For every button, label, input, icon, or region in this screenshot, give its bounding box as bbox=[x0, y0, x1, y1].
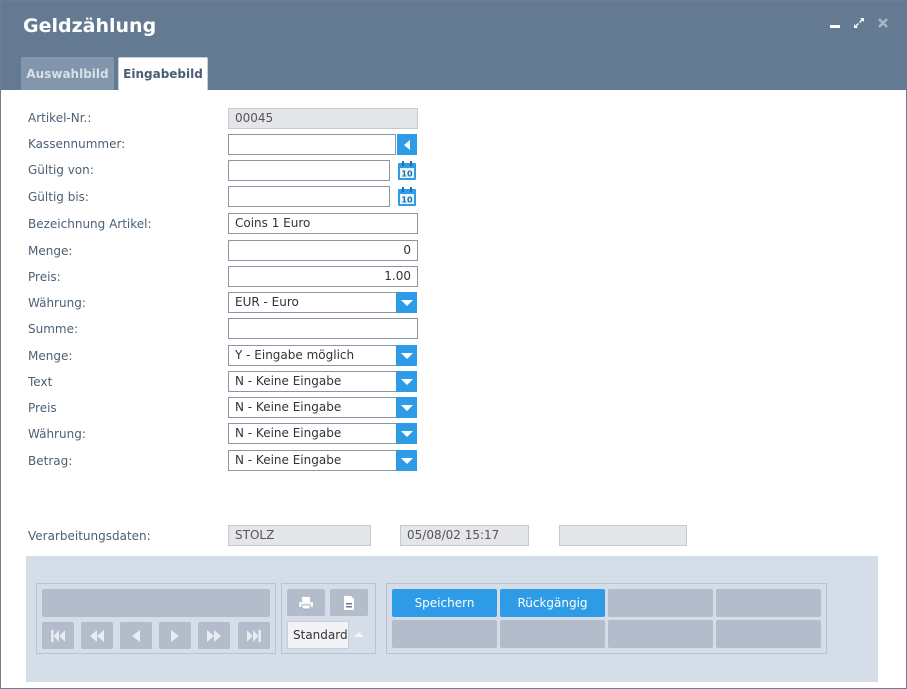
action-slot-8 bbox=[716, 620, 821, 648]
betrag-select-label: Betrag: bbox=[28, 454, 73, 468]
chevron-down-icon bbox=[400, 457, 413, 464]
gueltig-von-input[interactable] bbox=[228, 160, 390, 181]
kassennummer-input[interactable] bbox=[228, 134, 396, 155]
text-select-label: Text bbox=[28, 375, 53, 389]
action-slot-7 bbox=[608, 620, 713, 648]
window-controls bbox=[828, 17, 890, 33]
last-record-button[interactable] bbox=[238, 622, 270, 649]
save-button[interactable]: Speichern bbox=[392, 589, 497, 617]
text-select[interactable]: N - Keine Eingabe bbox=[228, 371, 397, 392]
window: Geldzählung Auswahlbild Eingabebild Arti… bbox=[0, 0, 907, 689]
preis-input[interactable]: 1.00 bbox=[228, 266, 418, 287]
menge-input[interactable]: 0 bbox=[228, 240, 418, 261]
previous-record-button[interactable] bbox=[120, 622, 152, 649]
maximize-icon[interactable] bbox=[852, 17, 866, 33]
kassennummer-lookup-button[interactable] bbox=[397, 134, 417, 155]
waehrung-label: Währung: bbox=[28, 296, 86, 310]
preis-label: Preis: bbox=[28, 270, 61, 284]
artikel-nr-field: 00045 bbox=[228, 108, 418, 129]
waehrung-select-label: Währung: bbox=[28, 427, 86, 441]
next-page-button[interactable] bbox=[198, 622, 230, 649]
tab-eingabebild[interactable]: Eingabebild bbox=[118, 57, 208, 90]
chevron-down-icon bbox=[400, 299, 413, 306]
last-icon bbox=[247, 629, 261, 642]
calendar-day: 10 bbox=[401, 196, 413, 205]
verarbeitung-extra-field bbox=[559, 525, 687, 546]
chevron-down-icon bbox=[400, 404, 413, 411]
action-slot-4 bbox=[716, 589, 821, 617]
waehrung-eingabe-dropdown-button[interactable] bbox=[396, 423, 417, 444]
fast-forward-icon bbox=[207, 629, 221, 642]
waehrung-select[interactable]: EUR - Euro bbox=[228, 292, 397, 313]
preis-select[interactable]: N - Keine Eingabe bbox=[228, 397, 397, 418]
calendar-icon[interactable]: 10 bbox=[397, 186, 417, 207]
print-button[interactable] bbox=[287, 589, 325, 616]
close-icon[interactable] bbox=[876, 17, 890, 33]
calendar-icon[interactable]: 10 bbox=[397, 160, 417, 181]
standard-layout-select[interactable]: Standardli bbox=[287, 621, 349, 649]
verarbeitungsdaten-label: Verarbeitungsdaten: bbox=[28, 529, 151, 543]
bezeichnung-input[interactable]: Coins 1 Euro bbox=[228, 213, 418, 234]
pdf-button[interactable] bbox=[330, 589, 368, 616]
action-slot-5 bbox=[392, 620, 497, 648]
calendar-day: 10 bbox=[401, 170, 413, 179]
minimize-icon[interactable] bbox=[828, 17, 842, 33]
window-title: Geldzählung bbox=[23, 15, 157, 37]
chevron-down-icon bbox=[400, 430, 413, 437]
record-info-bar bbox=[42, 589, 270, 617]
waehrung-dropdown-button[interactable] bbox=[396, 292, 417, 313]
chevron-down-icon bbox=[400, 378, 413, 385]
bezeichnung-label: Bezeichnung Artikel: bbox=[28, 217, 152, 231]
summe-label: Summe: bbox=[28, 322, 79, 336]
text-dropdown-button[interactable] bbox=[396, 371, 417, 392]
next-record-button[interactable] bbox=[159, 622, 191, 649]
document-icon bbox=[344, 595, 354, 610]
tab-auswahlbild[interactable]: Auswahlbild bbox=[21, 57, 114, 90]
summe-input[interactable] bbox=[228, 318, 418, 339]
preis-select-label: Preis bbox=[28, 401, 57, 415]
menge-label: Menge: bbox=[28, 244, 73, 258]
kassennummer-label: Kassennummer: bbox=[28, 137, 126, 151]
play-left-icon bbox=[132, 629, 140, 642]
arrow-left-icon bbox=[404, 139, 410, 150]
menge-dropdown-button[interactable] bbox=[396, 345, 417, 366]
gueltig-von-label: Gültig von: bbox=[28, 163, 94, 177]
rewind-icon bbox=[90, 629, 104, 642]
previous-page-button[interactable] bbox=[81, 622, 113, 649]
printer-icon bbox=[299, 596, 313, 609]
betrag-dropdown-button[interactable] bbox=[396, 450, 417, 471]
verarbeitung-datetime-field: 05/08/02 15:17 bbox=[400, 525, 529, 546]
title-bar: Geldzählung Auswahlbild Eingabebild bbox=[1, 1, 906, 90]
play-right-icon bbox=[171, 629, 179, 642]
action-slot-3 bbox=[608, 589, 713, 617]
chevron-down-icon bbox=[400, 352, 413, 359]
first-icon bbox=[51, 629, 65, 642]
betrag-select[interactable]: N - Keine Eingabe bbox=[228, 450, 397, 471]
preis-dropdown-button[interactable] bbox=[396, 397, 417, 418]
artikel-nr-label: Artikel-Nr.: bbox=[28, 111, 92, 125]
chevron-up-icon[interactable] bbox=[354, 632, 364, 637]
waehrung-eingabe-select[interactable]: N - Keine Eingabe bbox=[228, 423, 397, 444]
menge-select[interactable]: Y - Eingabe möglich bbox=[228, 345, 397, 366]
menge-select-label: Menge: bbox=[28, 349, 73, 363]
gueltig-bis-label: Gültig bis: bbox=[28, 190, 89, 204]
action-slot-6 bbox=[500, 620, 605, 648]
undo-button[interactable]: Rückgängig bbox=[500, 589, 605, 617]
gueltig-bis-input[interactable] bbox=[228, 186, 390, 207]
verarbeitung-user-field: STOLZ bbox=[228, 525, 371, 546]
first-record-button[interactable] bbox=[42, 622, 74, 649]
